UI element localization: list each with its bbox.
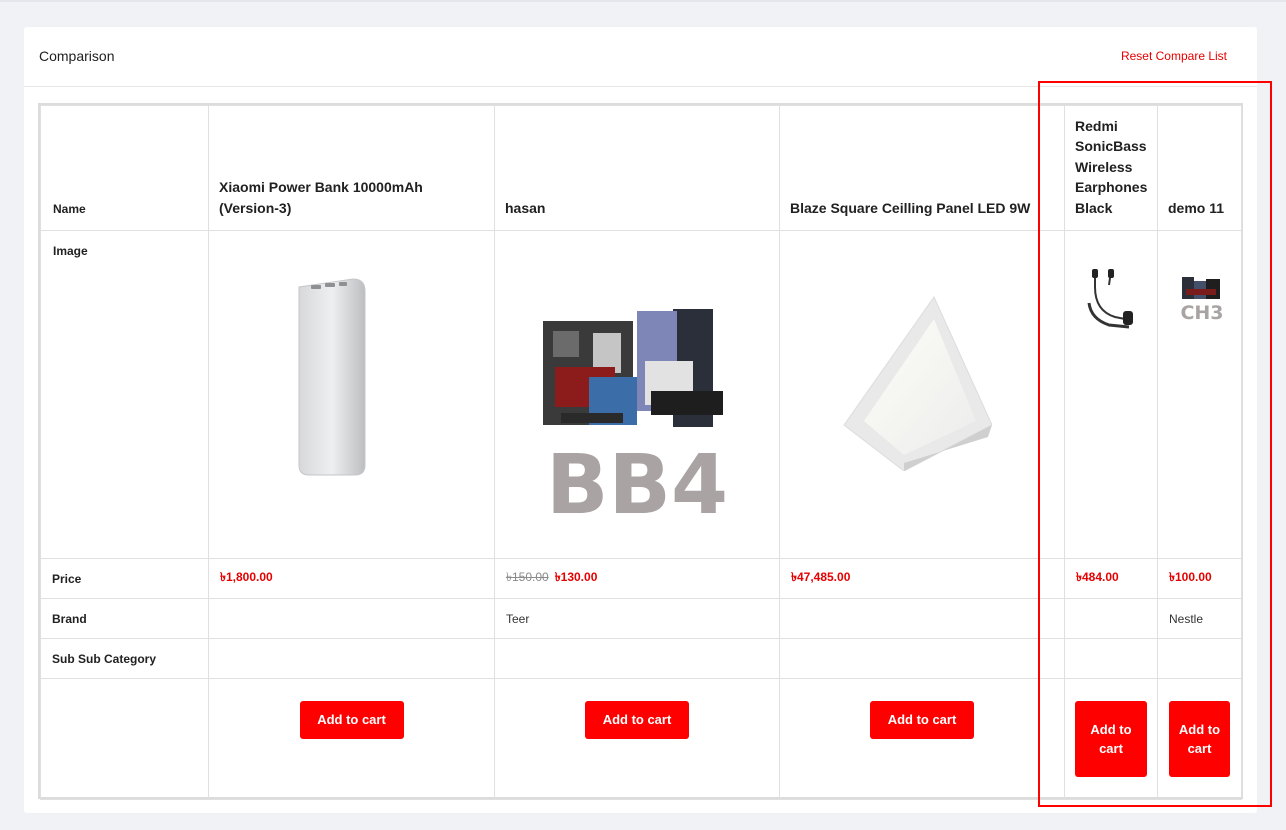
table-row-name: Name Xiaomi Power Bank 10000mAh (Version… <box>40 105 1242 231</box>
row-label-text: Name <box>53 202 86 216</box>
cart-cell: Add to cart <box>208 678 495 800</box>
led-panel-image[interactable] <box>842 295 992 471</box>
add-to-cart-button[interactable]: Add to cart <box>870 701 974 739</box>
product-name-cell: Redmi SonicBass Wireless Earphones Black <box>1064 105 1158 231</box>
product-image-cell: CH3 <box>1157 230 1242 559</box>
empty-cell <box>40 678 209 800</box>
cart-cell: Add to cart <box>1064 678 1158 800</box>
product-price: ৳1,800.00 <box>220 569 273 584</box>
cart-cell: Add to cart <box>1157 678 1242 800</box>
product-name[interactable]: hasan <box>505 198 769 219</box>
product-name-cell: Xiaomi Power Bank 10000mAh (Version-3) <box>208 105 495 231</box>
price-cell: ৳484.00 <box>1064 558 1158 599</box>
product-image-text: CH3 <box>1180 302 1223 324</box>
row-label-name: Name <box>40 105 209 231</box>
power-bank-image[interactable] <box>295 277 369 479</box>
price-cell: ৳1,800.00 <box>208 558 495 599</box>
category-cell <box>1157 638 1242 679</box>
product-image-text: BB4 <box>546 438 728 519</box>
row-label-sub-sub-category: Sub Sub Category <box>40 638 209 679</box>
reset-compare-list-link[interactable]: Reset Compare List <box>1121 49 1227 63</box>
product-image-cell <box>208 230 495 559</box>
table-row-price: Price ৳1,800.00 ৳150.00 ৳130.00 ৳47,485.0… <box>40 558 1242 599</box>
row-label-text: Sub Sub Category <box>52 651 157 666</box>
product-name[interactable]: Xiaomi Power Bank 10000mAh (Version-3) <box>219 177 484 218</box>
price-cell: ৳47,485.00 <box>779 558 1065 599</box>
product-old-price: ৳150.00 <box>506 569 549 584</box>
product-name-cell: hasan <box>494 105 780 231</box>
row-label-text: Image <box>53 244 88 258</box>
comparison-table: Name Xiaomi Power Bank 10000mAh (Version… <box>40 105 1242 800</box>
add-to-cart-button[interactable]: Add to cart <box>585 701 689 739</box>
pc-components-image[interactable]: CH3 <box>1178 275 1226 325</box>
page-title: Comparison <box>39 48 115 64</box>
product-image-cell: BB4 <box>494 230 780 559</box>
cart-cell: Add to cart <box>494 678 780 800</box>
add-to-cart-button[interactable]: Add to cart <box>1169 701 1230 777</box>
product-name-cell: demo 11 <box>1157 105 1242 231</box>
product-image-cell <box>779 230 1065 559</box>
product-image-cell <box>1064 230 1158 559</box>
brand-cell <box>1064 598 1158 639</box>
brand-cell <box>779 598 1065 639</box>
brand-cell: Teer <box>494 598 780 639</box>
comparison-table-wrapper: Name Xiaomi Power Bank 10000mAh (Version… <box>38 103 1243 800</box>
table-row-image: Image BB4 CH3 <box>40 230 1242 559</box>
product-name[interactable]: Redmi SonicBass Wireless Earphones Black <box>1075 116 1147 219</box>
category-cell <box>1064 638 1158 679</box>
earphones-image[interactable] <box>1085 267 1139 331</box>
row-label-brand: Brand <box>40 598 209 639</box>
add-to-cart-button[interactable]: Add to cart <box>299 701 404 739</box>
product-brand: Nestle <box>1169 611 1204 626</box>
add-to-cart-button[interactable]: Add to cart <box>1075 701 1147 777</box>
top-border <box>0 0 1286 2</box>
price-cell: ৳100.00 <box>1157 558 1242 599</box>
row-label-image: Image <box>40 230 209 559</box>
product-price: ৳100.00 <box>1169 569 1212 584</box>
category-cell <box>208 638 495 679</box>
row-label-text: Brand <box>52 611 87 626</box>
comparison-card: Comparison Reset Compare List Name Xiaom… <box>24 27 1257 813</box>
row-label-price: Price <box>40 558 209 599</box>
category-cell <box>494 638 780 679</box>
row-label-text: Price <box>52 571 82 586</box>
pc-components-image[interactable]: BB4 <box>541 281 733 519</box>
price-cell: ৳150.00 ৳130.00 <box>494 558 780 599</box>
table-row-sub-sub-category: Sub Sub Category <box>40 638 1242 679</box>
product-name-cell: Blaze Square Ceilling Panel LED 9W <box>779 105 1065 231</box>
card-header: Comparison Reset Compare List <box>24 27 1257 87</box>
product-price: ৳484.00 <box>1076 569 1119 584</box>
table-row-add-to-cart: Add to cart Add to cart Add to cart Add … <box>40 678 1242 800</box>
product-price: ৳47,485.00 <box>791 569 851 584</box>
table-row-brand: Brand Teer Nestle <box>40 598 1242 639</box>
product-name[interactable]: Blaze Square Ceilling Panel LED 9W <box>790 198 1054 219</box>
product-price: ৳130.00 <box>554 569 598 584</box>
brand-cell <box>208 598 495 639</box>
cart-cell: Add to cart <box>779 678 1065 800</box>
brand-cell: Nestle <box>1157 598 1242 639</box>
category-cell <box>779 638 1065 679</box>
product-name[interactable]: demo 11 <box>1168 198 1231 219</box>
product-brand: Teer <box>506 611 530 626</box>
